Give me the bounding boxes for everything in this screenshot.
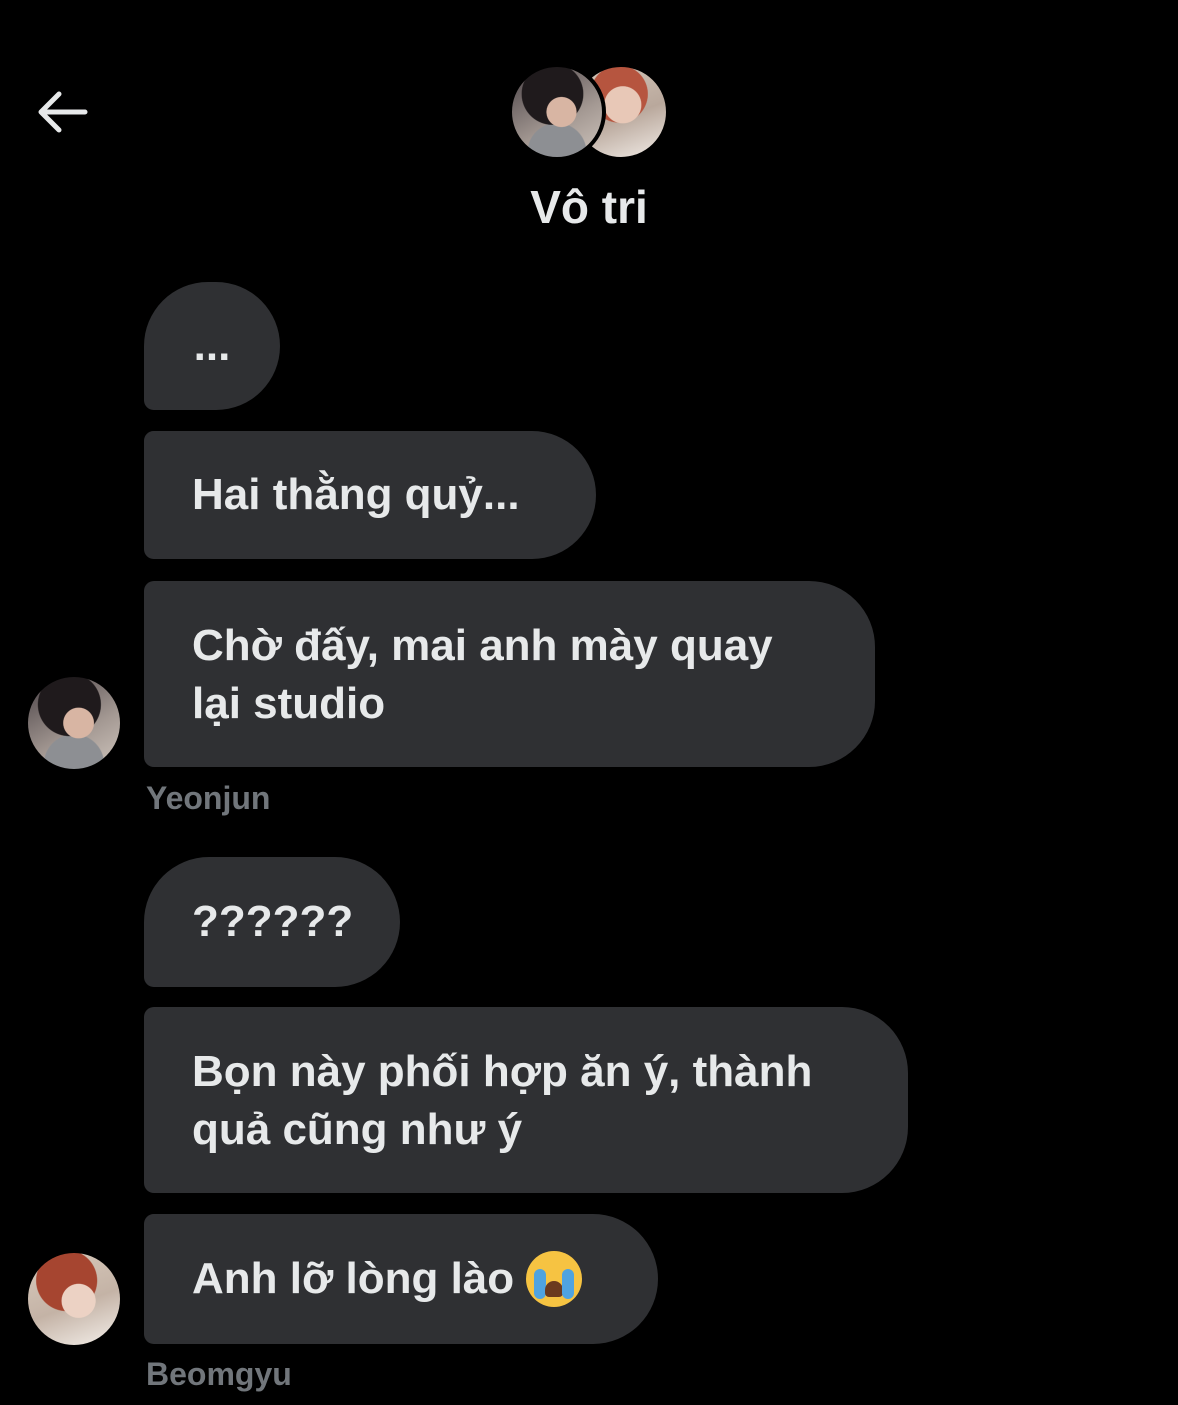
message-bubble[interactable]: Anh lỡ lòng lào (144, 1214, 658, 1344)
message-text: ... (193, 321, 231, 370)
group-avatar[interactable] (508, 63, 670, 161)
message-text: ?????? (192, 897, 354, 946)
message-bubble[interactable]: ... (144, 282, 280, 410)
message-bubble[interactable]: Chờ đấy, mai anh mày quay lại studio (144, 581, 875, 767)
message-text: Bọn này phối hợp ăn ý, thành quả cũng nh… (192, 1047, 813, 1154)
message-bubble[interactable]: ?????? (144, 857, 400, 987)
message-bubble[interactable]: Hai thằng quỷ... (144, 431, 596, 559)
message-bubble[interactable]: Bọn này phối hợp ăn ý, thành quả cũng nh… (144, 1007, 908, 1193)
dm-conversation-screen: Vô tri ... Hai thằng quỷ... Chờ đấy, mai… (0, 0, 1178, 1405)
member-avatar (508, 63, 606, 161)
sender-name: Beomgyu (146, 1356, 292, 1392)
avatar[interactable] (28, 677, 120, 769)
loudly-crying-face-icon (526, 1251, 583, 1307)
message-text: Chờ đấy, mai anh mày quay lại studio (192, 621, 773, 728)
sender-name: Yeonjun (146, 780, 271, 816)
back-button[interactable] (30, 82, 94, 142)
message-text: Anh lỡ lòng lào (192, 1254, 515, 1303)
message-text: Hai thằng quỷ... (192, 470, 520, 519)
conversation-title[interactable]: Vô tri (0, 180, 1178, 234)
avatar[interactable] (28, 1253, 120, 1345)
arrow-left-icon (38, 91, 88, 133)
